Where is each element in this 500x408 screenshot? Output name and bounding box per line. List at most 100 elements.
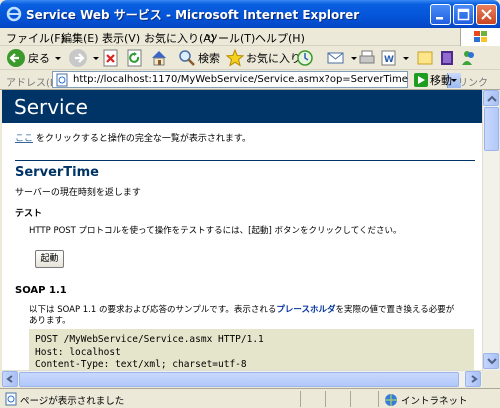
soap-description: 以下は SOAP 1.1 の要求および応答のサンプルです。表示されるプレースホル… bbox=[29, 303, 454, 315]
edit-dropdown-icon[interactable] bbox=[403, 56, 409, 60]
soap-description-end: を実際の値で置き換える必要が bbox=[335, 305, 455, 315]
discuss-icon bbox=[417, 51, 433, 65]
chevron-down-icon bbox=[487, 358, 497, 365]
scroll-down-button[interactable] bbox=[483, 353, 499, 369]
refresh-icon bbox=[127, 49, 142, 67]
mail-dropdown-icon[interactable] bbox=[351, 56, 357, 60]
soap-request-sample: POST /MyWebService/Service.asmx HTTP/1.1… bbox=[29, 329, 474, 370]
refresh-button[interactable] bbox=[126, 48, 144, 68]
word-edit-icon: W bbox=[381, 50, 396, 66]
page-icon bbox=[56, 73, 68, 87]
test-heading: テスト bbox=[15, 209, 43, 219]
menu-favorites[interactable]: お気に入り(A) bbox=[144, 30, 215, 46]
vertical-scrollbar[interactable] bbox=[482, 90, 499, 370]
search-button[interactable]: 検索 bbox=[178, 48, 220, 68]
operation-title: ServerTime bbox=[15, 165, 99, 180]
links-toolbar[interactable]: リンク bbox=[458, 74, 488, 89]
status-bar: ページが表示されました イントラネット bbox=[0, 388, 500, 408]
intranet-globe-icon bbox=[385, 394, 397, 406]
menu-view[interactable]: 表示(V) bbox=[102, 30, 140, 46]
code-line: Content-Type: text/xml; charset=utf-8 bbox=[35, 359, 247, 370]
status-divider bbox=[378, 391, 379, 407]
maximize-button[interactable] bbox=[453, 4, 474, 25]
print-icon bbox=[359, 50, 375, 64]
address-url: http://localhost:1170/MyWebService/Servi… bbox=[73, 74, 408, 85]
operation-description: サーバーの現在時刻を返します bbox=[15, 188, 141, 198]
horizontal-scroll-thumb[interactable] bbox=[19, 372, 459, 387]
placeholder-term: プレースホルダ bbox=[276, 305, 336, 315]
divider bbox=[15, 160, 475, 161]
menu-edit[interactable]: 編集(E) bbox=[61, 30, 99, 46]
intro-description: をクリックすると操作の完全な一覧が表示されます。 bbox=[33, 134, 251, 144]
discuss-button[interactable] bbox=[416, 48, 434, 68]
forward-dropdown-icon[interactable] bbox=[93, 56, 99, 60]
star-icon bbox=[226, 49, 244, 67]
forward-arrow-icon bbox=[69, 49, 87, 67]
search-label: 検索 bbox=[198, 52, 220, 65]
search-icon bbox=[179, 50, 195, 66]
edit-button[interactable]: W bbox=[380, 48, 409, 68]
maximize-icon bbox=[457, 8, 470, 21]
title-bar[interactable]: Service Web サービス - Microsoft Internet Ex… bbox=[0, 0, 500, 28]
test-instruction: HTTP POST プロトコルを使って操作をテストするには、[起動] ボタンをク… bbox=[29, 226, 402, 236]
scroll-left-button[interactable] bbox=[2, 371, 18, 387]
scroll-up-button[interactable] bbox=[483, 90, 499, 106]
chevron-up-icon bbox=[487, 95, 497, 102]
page-content: Service ここ をクリックすると操作の完全な一覧が表示されます。 Serv… bbox=[2, 90, 482, 370]
messenger-icon bbox=[462, 51, 474, 65]
menu-file[interactable]: ファイル(F) bbox=[6, 30, 65, 46]
status-text: ページが表示されました bbox=[20, 396, 125, 407]
invoke-button[interactable]: 起動 bbox=[35, 250, 64, 268]
vertical-scroll-thumb[interactable] bbox=[484, 107, 499, 151]
intro-text: ここ をクリックすると操作の完全な一覧が表示されます。 bbox=[15, 131, 251, 144]
code-line: POST /MyWebService/Service.asmx HTTP/1.1 bbox=[35, 334, 264, 345]
forward-button[interactable] bbox=[68, 48, 99, 68]
address-input[interactable]: http://localhost:1170/MyWebService/Servi… bbox=[52, 71, 461, 88]
soap-heading: SOAP 1.1 bbox=[15, 285, 67, 296]
zone-label: イントラネット bbox=[401, 396, 468, 407]
internet-explorer-icon bbox=[6, 6, 22, 22]
back-button[interactable]: 戻る bbox=[6, 48, 61, 68]
mail-button[interactable] bbox=[326, 48, 357, 68]
back-arrow-icon bbox=[7, 49, 25, 67]
favorites-button[interactable]: お気に入り bbox=[226, 48, 301, 68]
chevron-left-icon bbox=[6, 375, 13, 383]
messenger-button[interactable] bbox=[460, 48, 478, 68]
svg-text:W: W bbox=[384, 55, 394, 65]
status-divider bbox=[350, 391, 351, 407]
status-divider bbox=[325, 391, 326, 407]
minimize-icon bbox=[436, 17, 443, 20]
standard-toolbar: 戻る 検索 お気に入り W bbox=[0, 46, 500, 70]
address-bar: アドレス(D) http://localhost:1170/MyWebServi… bbox=[0, 70, 500, 90]
history-icon bbox=[297, 50, 313, 66]
history-button[interactable] bbox=[296, 48, 314, 68]
menu-tools[interactable]: ツール(T) bbox=[207, 30, 255, 46]
window-title: Service Web サービス - Microsoft Internet Ex… bbox=[26, 8, 360, 22]
operations-list-link[interactable]: ここ bbox=[15, 134, 33, 144]
scroll-right-button[interactable] bbox=[465, 371, 481, 387]
close-button[interactable] bbox=[476, 4, 497, 25]
close-icon bbox=[481, 9, 492, 20]
home-button[interactable] bbox=[150, 48, 168, 68]
minimize-button[interactable] bbox=[430, 4, 451, 25]
chevron-right-icon bbox=[471, 375, 478, 383]
print-button[interactable] bbox=[358, 48, 376, 68]
service-title: Service bbox=[14, 95, 88, 119]
windows-logo bbox=[460, 28, 500, 46]
soap-description-line2: あります。 bbox=[29, 316, 71, 326]
stop-icon bbox=[103, 49, 118, 67]
horizontal-scrollbar[interactable] bbox=[2, 370, 482, 387]
favorites-label: お気に入り bbox=[246, 52, 301, 65]
menu-help[interactable]: ヘルプ(H) bbox=[255, 30, 305, 46]
back-label: 戻る bbox=[28, 52, 50, 65]
page-done-icon bbox=[5, 392, 17, 406]
back-dropdown-icon[interactable] bbox=[55, 56, 61, 60]
windows-flag-icon bbox=[474, 31, 487, 42]
mail-icon bbox=[327, 52, 344, 64]
research-button[interactable] bbox=[438, 48, 456, 68]
security-zone[interactable]: イントラネット bbox=[384, 393, 468, 407]
stop-button[interactable] bbox=[102, 48, 120, 68]
go-button[interactable]: 移動 bbox=[414, 72, 452, 88]
service-header: Service bbox=[2, 90, 482, 123]
go-label: 移動 bbox=[430, 74, 452, 87]
